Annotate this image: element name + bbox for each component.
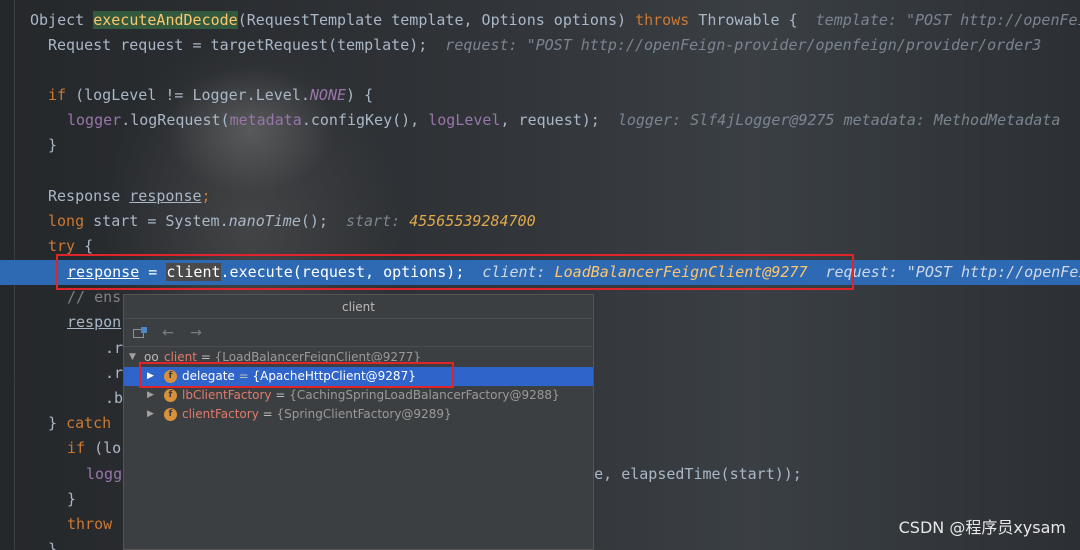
popup-toolbar: ← →	[124, 319, 593, 347]
inline-debug-hint: request: "POST http://openFeign-provider…	[445, 36, 1042, 54]
variable-token: response	[67, 263, 140, 281]
tree-row-text: clientFactory = {SpringClientFactory@928…	[182, 407, 452, 421]
watch-glasses-icon: oo	[144, 350, 159, 364]
tree-row-delegate[interactable]: ▶ f delegate = {ApacheHttpClient@9287}	[124, 367, 593, 386]
code-text: (logLevel != Logger.Level.	[75, 86, 310, 104]
code-text: .r	[105, 364, 124, 382]
try-keyword: try	[48, 237, 76, 255]
tree-row-clientfactory[interactable]: ▶ f clientFactory = {SpringClientFactory…	[124, 405, 593, 424]
catch-keyword: catch	[66, 414, 112, 432]
code-text: .b	[105, 389, 124, 407]
collapsed-arrow-icon[interactable]: ▶	[147, 405, 157, 424]
throws-keyword: throws	[635, 11, 690, 29]
code-text: }	[48, 540, 58, 550]
tree-row-text: client = {LoadBalancerFeignClient@9277}	[164, 350, 421, 364]
variable-token: response	[129, 187, 202, 205]
if-keyword: if	[67, 439, 95, 457]
variable-name: clientFactory	[182, 407, 259, 421]
debug-evaluate-popup[interactable]: client ← → ▼ oo client = {LoadBalancerFe…	[123, 294, 594, 550]
code-text: start = System.	[93, 212, 229, 230]
expanded-arrow-icon[interactable]: ▼	[129, 348, 139, 367]
variable-value: {CachingSpringLoadBalancerFactory@9288}	[289, 388, 560, 402]
collapsed-arrow-icon[interactable]: ▶	[147, 367, 157, 386]
code-text: (lo	[94, 439, 122, 457]
forward-arrow-icon[interactable]: →	[188, 325, 204, 341]
method-name: executeAndDecode	[93, 11, 238, 29]
code-line-6[interactable]: Response response;	[0, 184, 1080, 209]
popup-title[interactable]: client	[124, 295, 593, 319]
code-line-1[interactable]: Object executeAndDecode(RequestTemplate …	[0, 8, 1080, 33]
code-text: }	[48, 414, 67, 432]
variable-token: respon	[67, 313, 122, 331]
code-line-9-current[interactable]: response = client.execute(request, optio…	[0, 260, 1080, 285]
code-line-8[interactable]: try {	[0, 234, 1080, 259]
tree-row-client[interactable]: ▼ oo client = {LoadBalancerFeignClient@9…	[124, 348, 593, 367]
code-text: ) {	[346, 86, 374, 104]
tree-row-text: delegate = {ApacheHttpClient@9287}	[182, 369, 416, 383]
field-icon: f	[164, 408, 177, 421]
tree-row-text: lbClientFactory = {CachingSpringLoadBala…	[182, 388, 560, 402]
variable-value: {LoadBalancerFeignClient@9277}	[214, 350, 421, 364]
code-text: {	[75, 237, 94, 255]
code-line-5[interactable]: }	[0, 133, 1080, 158]
code-text: ();	[300, 212, 328, 230]
throwable-token: Throwable {	[689, 11, 798, 29]
add-to-watches-icon[interactable]	[132, 325, 148, 341]
inline-debug-hint: template: "POST http://openFeign-provide…	[815, 11, 1080, 29]
code-text: Response	[48, 187, 130, 205]
code-text: .r	[105, 339, 124, 357]
variable-value: {ApacheHttpClient@9287}	[252, 369, 416, 383]
code-line-4[interactable]: logger.logRequest(metadata.configKey(), …	[0, 108, 1080, 133]
code-text: .logRequest(	[121, 111, 230, 129]
back-arrow-icon[interactable]: ←	[160, 325, 176, 341]
static-field: NONE	[309, 86, 347, 104]
semicolon: ;	[201, 187, 211, 205]
field-token: logger	[67, 111, 122, 129]
field-icon: f	[164, 370, 177, 383]
variable-name: client	[164, 350, 197, 364]
code-line-7[interactable]: long start = System.nanoTime(); start: 45…	[0, 209, 1080, 234]
inline-debug-hint: request: "POST http://openFeign-provider	[825, 263, 1080, 281]
tree-row-lbclientfactory[interactable]: ▶ f lbClientFactory = {CachingSpringLoad…	[124, 386, 593, 405]
code-text: .configKey(),	[301, 111, 429, 129]
throw-keyword: throw	[67, 515, 113, 533]
code-text: Request request = targetRequest(template…	[48, 36, 428, 54]
field-token: metadata	[229, 111, 302, 129]
code-text: }	[48, 136, 58, 154]
code-line-2[interactable]: Request request = targetRequest(template…	[0, 33, 1080, 58]
variable-name: delegate	[182, 369, 235, 383]
if-keyword: if	[48, 86, 76, 104]
inline-debug-hint: start:	[345, 212, 410, 230]
inline-debug-value: 45565539284700	[409, 212, 536, 230]
code-text: }	[67, 490, 77, 508]
field-token: logg	[86, 465, 123, 483]
params-token: (RequestTemplate template, Options optio…	[237, 11, 636, 29]
variable-name: lbClientFactory	[182, 388, 272, 402]
field-token: logLevel	[428, 111, 501, 129]
client-token: client	[166, 263, 221, 281]
inline-debug-hint: logger: Slf4jLogger@9275 metadata: Metho…	[617, 111, 1061, 129]
watermark: CSDN @程序员xysam	[898, 518, 1066, 537]
collapsed-arrow-icon[interactable]: ▶	[147, 386, 157, 405]
code-text: .execute(request, options);	[220, 263, 465, 281]
long-keyword: long	[48, 212, 94, 230]
variables-tree[interactable]: ▼ oo client = {LoadBalancerFeignClient@9…	[124, 348, 593, 424]
variable-value: {SpringClientFactory@9289}	[276, 407, 452, 421]
inline-debug-hint: client:	[482, 263, 555, 281]
comment: // ens	[67, 288, 122, 306]
type-token: Object	[30, 11, 94, 29]
inline-debug-value: LoadBalancerFeignClient@9277	[554, 263, 808, 281]
code-text: , request);	[500, 111, 600, 129]
code-line-3[interactable]: if (logLevel != Logger.Level.NONE) {	[0, 83, 1080, 108]
code-text: =	[139, 263, 167, 281]
field-icon: f	[164, 389, 177, 402]
method-token: nanoTime	[228, 212, 301, 230]
